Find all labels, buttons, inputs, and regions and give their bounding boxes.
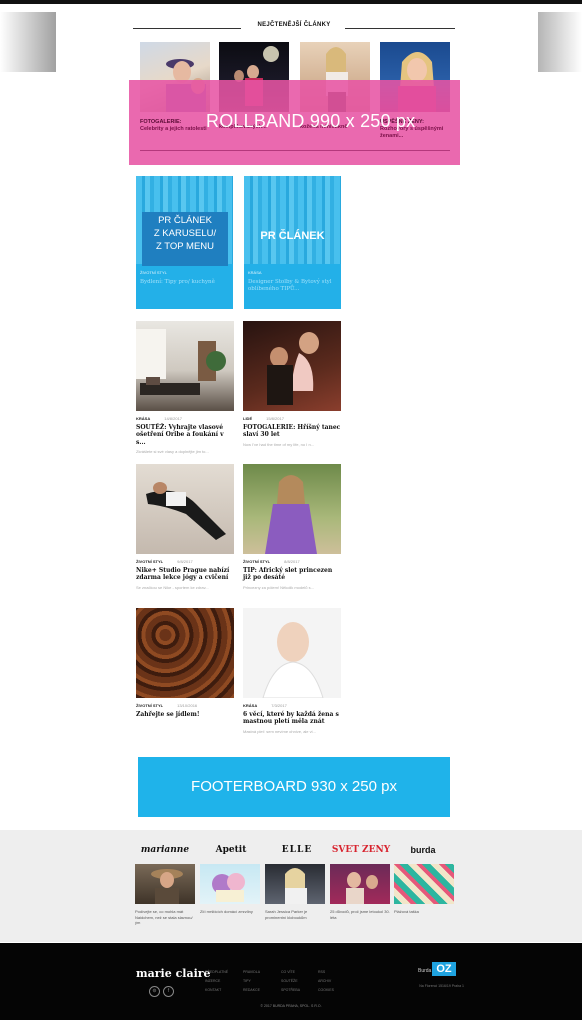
article-image-princess [243, 464, 341, 554]
partner-image-4[interactable] [330, 864, 390, 904]
footer-link[interactable]: PŘEDPLATNÉ [205, 970, 228, 974]
partner-caption-2[interactable]: Zlíí mrštících domácí zmrzliny [200, 909, 260, 915]
article-category: LIDÉ [243, 416, 253, 421]
article-meta: KRÁSA 14/8/2017 [136, 416, 234, 421]
article-card[interactable]: ŽIVOTNÍ STYL 8/8/2017 TIP: Africký slet p… [243, 464, 341, 590]
footer-link[interactable]: COOKIES [318, 988, 334, 992]
article-meta: ŽIVOTNÍ STYL 13/10/2016 [136, 703, 234, 708]
partner-logo-svet-zeny[interactable]: SVET ZENY [326, 845, 396, 855]
footer-link[interactable]: SPOTŘEBA [281, 988, 300, 992]
article-card[interactable]: KRÁSA 14/8/2017 SOUTĚŽ: Vyhrajte vlasové … [136, 321, 234, 454]
article-category: KRÁSA [136, 416, 151, 421]
partner-logo-apetit[interactable]: Apetit [196, 845, 266, 855]
partner-logo-marianne[interactable]: marianne [130, 845, 200, 855]
partner-image-2[interactable] [200, 864, 260, 904]
article-title[interactable]: Zahřejte se jídlem! [136, 711, 234, 718]
article-card[interactable]: ŽIVOTNÍ STYL 13/10/2016 Zahřejte se jídle… [136, 608, 234, 718]
article-card[interactable]: KRÁSA 7/3/2017 6 věcí, které by každá žen… [243, 608, 341, 734]
article-image-star-anise [136, 608, 234, 698]
article-image-yoga [136, 464, 234, 554]
partner-caption-1[interactable]: Podívejte se, co mohla mát Naidchem, než… [135, 909, 195, 926]
heading-rule-left [133, 28, 241, 29]
rollband-divider [140, 150, 450, 151]
article-image-salon [136, 321, 234, 411]
article-date: 8/8/2017 [284, 559, 300, 564]
pr-card-label: PR ČLÁNEK [260, 230, 325, 242]
pr-card-meta: KRÁSA [248, 270, 262, 275]
pr-card-meta: ŽIVOTNÍ STYL [140, 270, 167, 275]
footer-link[interactable]: CO VÍTE [281, 970, 295, 974]
pr-card-image [244, 176, 341, 264]
pr-box-line-2: Z KARUSELU/ [153, 228, 217, 239]
article-date: 15/8/2017 [266, 416, 284, 421]
article-meta: LIDÉ 15/8/2017 [243, 416, 341, 421]
article-title[interactable]: FOTOGALERIE: Hříšný tanec slaví 30 let [243, 424, 341, 439]
footer-link[interactable]: ARCHIV [318, 979, 331, 983]
footer-link[interactable]: KONTAKT [205, 988, 221, 992]
article-title[interactable]: TIP: Africký slet princezen již po desát… [243, 567, 341, 582]
footer-link[interactable]: PRAVIDLA [243, 970, 260, 974]
article-perex: Zkrášlete si své vlasy a doplnějte jim t… [136, 449, 209, 455]
article-image-skin [243, 608, 341, 698]
partner-caption-4[interactable]: 25 důvodů, proč jsme letoukol 30. léta [330, 909, 390, 920]
article-perex: Now I've had the time of my life, no I n… [243, 441, 315, 447]
article-category: ŽIVOTNÍ STYL [136, 703, 164, 708]
pr-card-article[interactable]: PR ČLÁNEK KRÁSA Designer Stolby & Bytový… [244, 176, 341, 309]
top-bar [0, 0, 582, 4]
article-title[interactable]: Nike+ Studio Prague nabízí zdarma lekce … [136, 567, 234, 582]
partner-logo-burda[interactable]: burda [388, 845, 458, 855]
heading-rule-right [345, 28, 455, 29]
footer-link[interactable]: RSS [318, 970, 325, 974]
caption-1-category: FOTOGALERIE: [140, 119, 182, 125]
pr-box-label: PR ČLÁNEK Z KARUSELU/ Z TOP MENU [142, 212, 228, 266]
partner-caption-3[interactable]: Sarah Jessica Parker je prominentní klob… [265, 909, 325, 920]
instagram-icon[interactable]: ⊚ [149, 986, 160, 997]
partner-image-3[interactable] [265, 864, 325, 904]
article-perex: Princezny za pólem! Několik modelů s... [243, 584, 314, 590]
article-meta: KRÁSA 7/3/2017 [243, 703, 341, 708]
pr-card-title: Bydlení: Tipy pro/ kuchyně [140, 279, 215, 285]
article-title[interactable]: SOUTĚŽ: Vyhrajte vlasové ošetření Oribe … [136, 424, 234, 446]
rollband-label: ROLLBAND 990 x 250 px [206, 111, 416, 131]
partner-caption-5[interactable]: Plážová taška [394, 909, 454, 915]
caption-1-title: Celebrity a jejich ratolesti [140, 126, 207, 132]
article-perex: Mastná pleť: sem nevíme ohnive, ale vi..… [243, 728, 316, 734]
article-image-dirty-dancing [243, 321, 341, 411]
most-read-heading: NEJČTENĚJŠÍ ČLÁNKY [133, 22, 455, 34]
pr-box-line-3: Z TOP MENU [155, 241, 215, 252]
page-shadow-left [0, 12, 60, 72]
footer-link[interactable]: INZERCE [205, 979, 220, 983]
caption-1[interactable]: FOTOGALERIE: Celebrity a jejich ratolest… [140, 119, 208, 133]
article-date: 9/8/2017 [177, 559, 193, 564]
footer-link[interactable]: SOUTĚŽE [281, 979, 298, 983]
article-card[interactable]: ŽIVOTNÍ STYL 9/8/2017 Nike+ Studio Prague… [136, 464, 234, 590]
footer-link[interactable]: TIPY [243, 979, 251, 983]
article-perex: Se značkou se Nike - sportem ke zdrav... [136, 584, 209, 590]
partner-logo-elle[interactable]: ELLE [262, 845, 332, 855]
pr-card-carousel[interactable]: PR ČLÁNEK Z KARUSELU/ Z TOP MENU ŽIVOTNÍ… [136, 176, 233, 309]
facebook-icon[interactable]: f [163, 986, 174, 997]
section-title: NEJČTENĚJŠÍ ČLÁNKY [257, 22, 331, 28]
publisher-address: Na Florenci 1516/19 Praha 1 [419, 984, 464, 988]
article-category: ŽIVOTNÍ STYL [136, 559, 164, 564]
article-date: 7/3/2017 [271, 703, 287, 708]
publisher-logo[interactable]: OZ [432, 962, 456, 976]
partner-image-5[interactable] [394, 864, 454, 904]
article-date: 13/10/2016 [177, 703, 198, 708]
pr-box-line-1: PR ČLÁNEK [158, 215, 212, 226]
publisher-name: Burda [418, 968, 432, 974]
footerboard-ad[interactable]: FOOTERBOARD 930 x 250 px [138, 757, 450, 817]
article-meta: ŽIVOTNÍ STYL 9/8/2017 [136, 559, 234, 564]
partner-image-1[interactable] [135, 864, 195, 904]
article-meta: ŽIVOTNÍ STYL 8/8/2017 [243, 559, 341, 564]
article-category: KRÁSA [243, 703, 258, 708]
pr-card-title: Designer Stolby & Bytový styl oblíbeného… [248, 279, 332, 292]
article-title[interactable]: 6 věcí, které by každá žena s mastnou pl… [243, 711, 341, 726]
copyright-text: © 2017 BURDA PRAHA, SPOL. S R.O. [260, 1004, 322, 1008]
footer-logo[interactable]: marie claire [136, 967, 211, 980]
article-category: ŽIVOTNÍ STYL [243, 559, 271, 564]
article-card[interactable]: LIDÉ 15/8/2017 FOTOGALERIE: Hříšný tanec … [243, 321, 341, 447]
footer-link[interactable]: REDAKCE [243, 988, 260, 992]
article-date: 14/8/2017 [164, 416, 183, 421]
